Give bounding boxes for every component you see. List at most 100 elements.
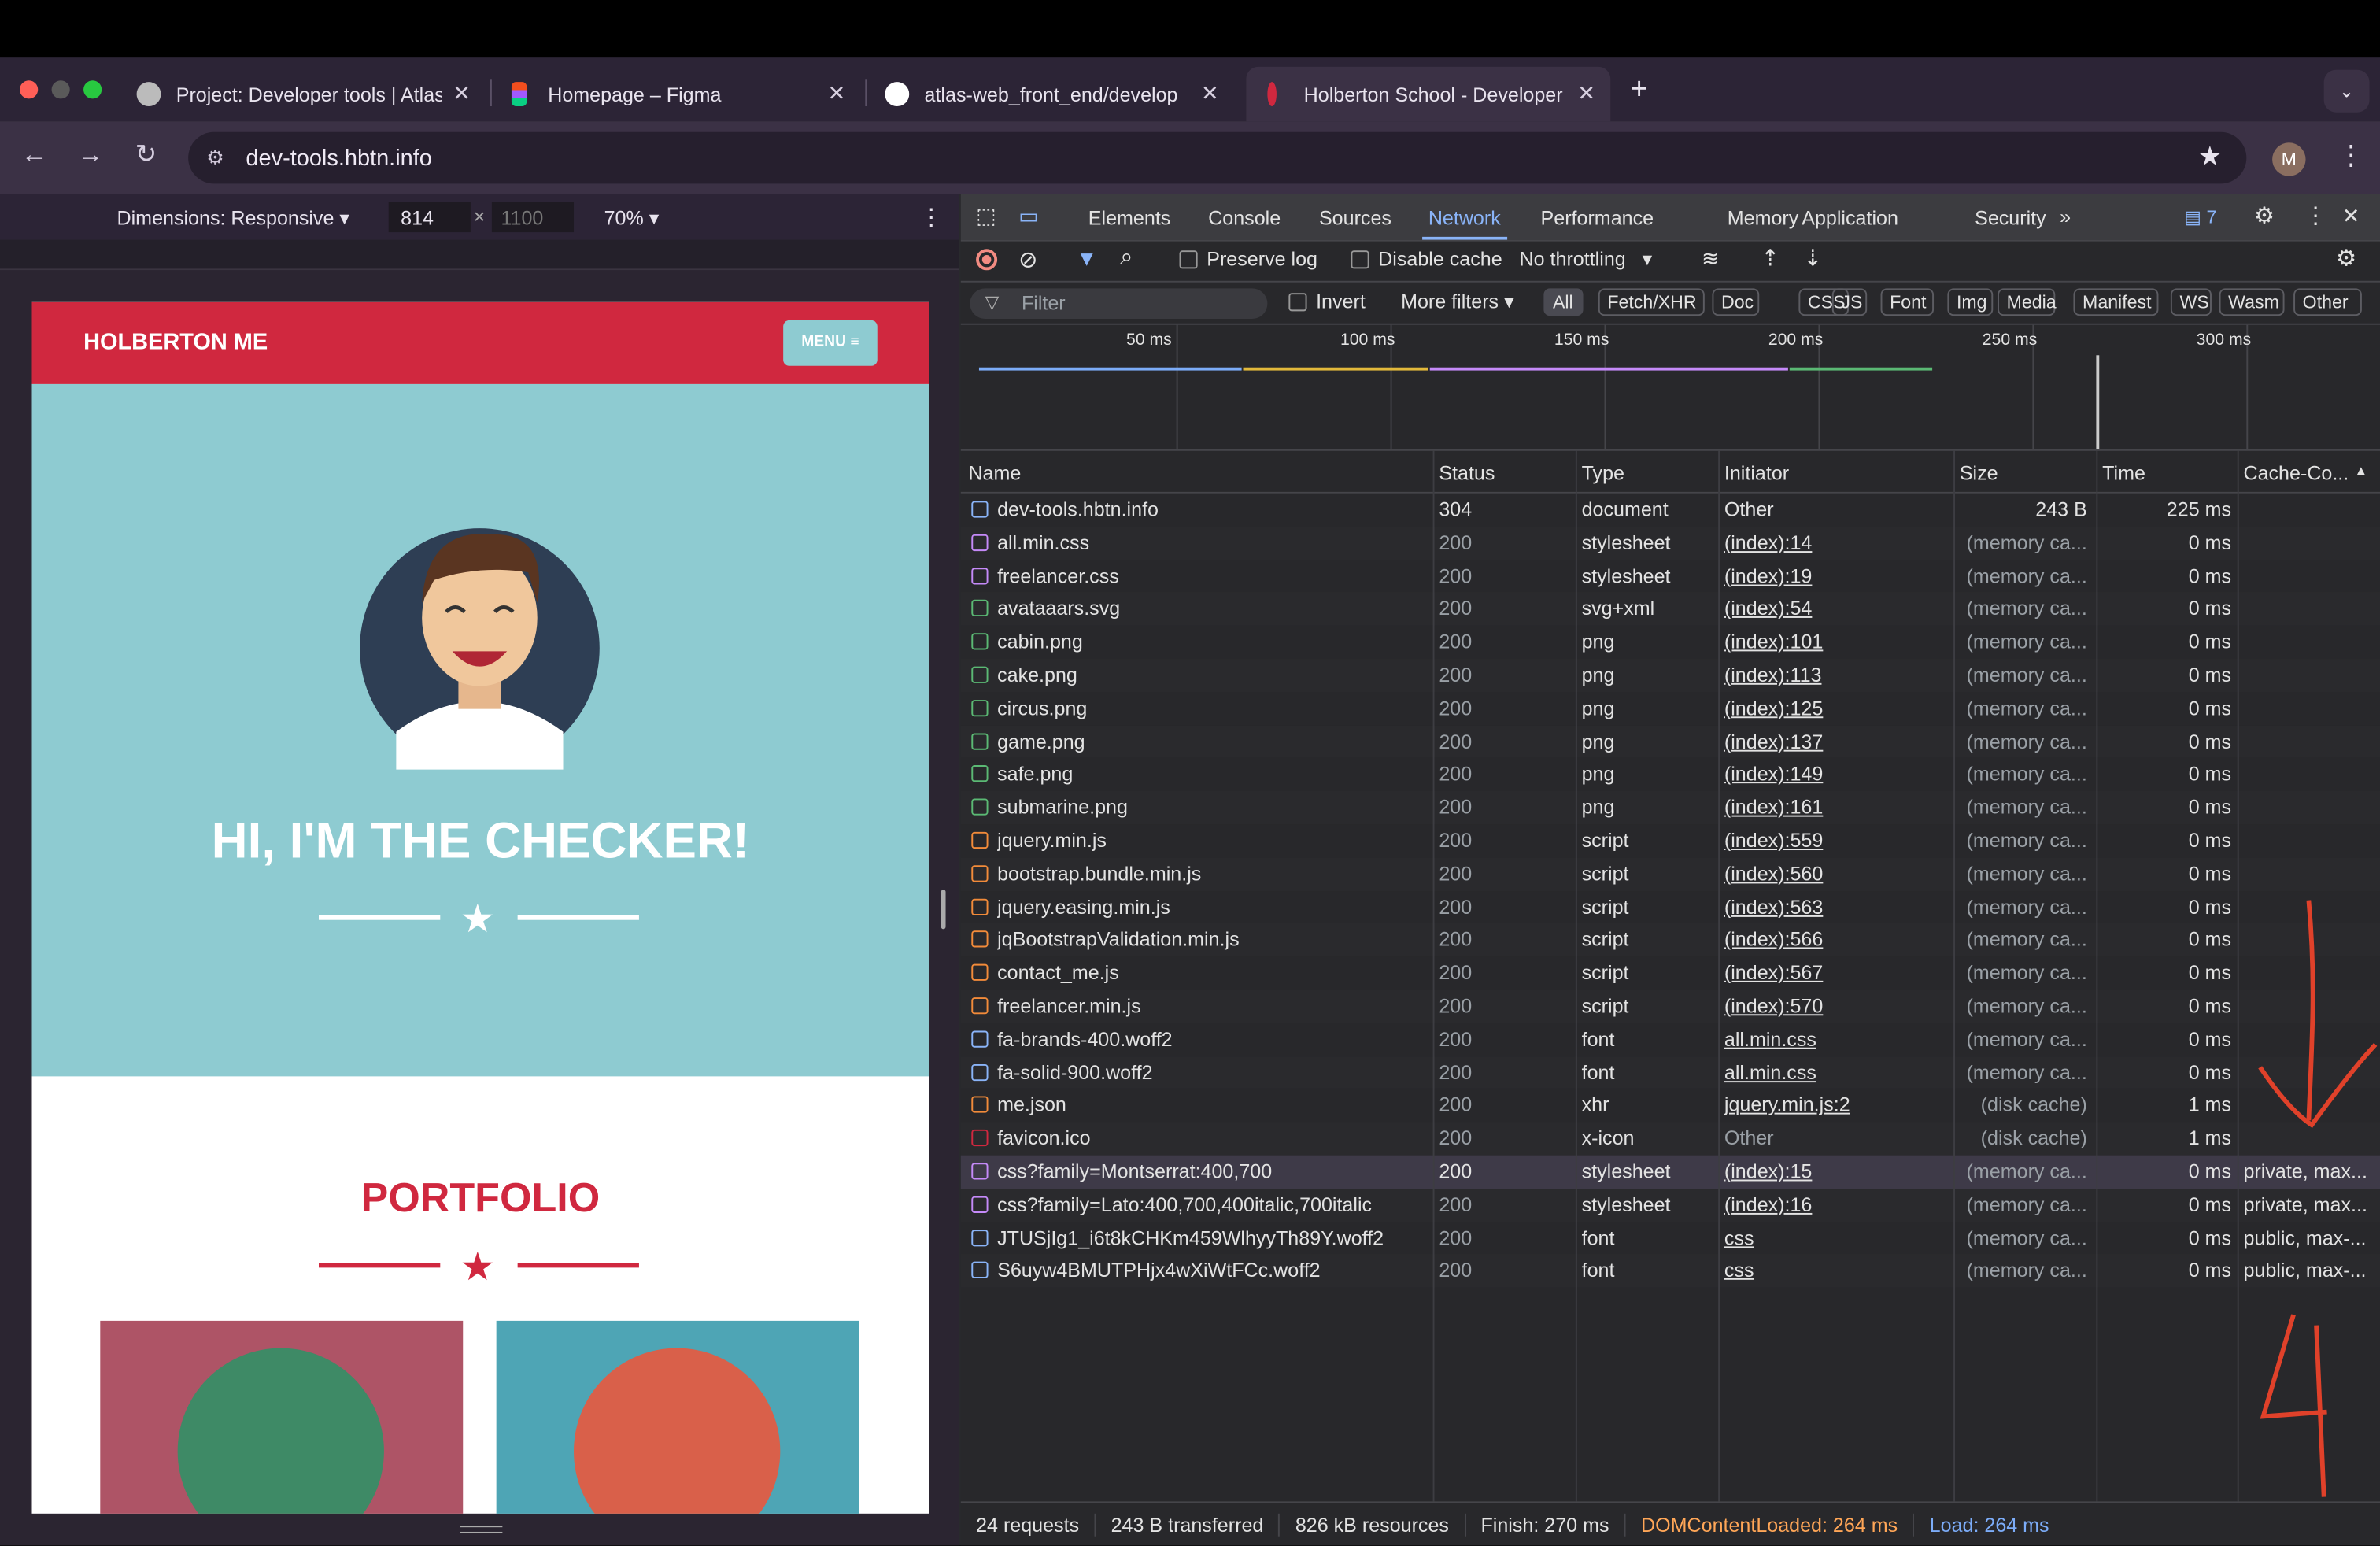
request-row[interactable]: JTUSjIg1_i6t8kCHKm459WlhyyTh89Y.woff2 200… xyxy=(960,1221,2380,1255)
type-filter-manifest[interactable]: Manifest xyxy=(2073,288,2159,316)
type-filter-wasm[interactable]: Wasm xyxy=(2219,288,2285,316)
export-har-icon[interactable]: ⇣ xyxy=(1803,245,1822,272)
tab-memory[interactable]: Memory xyxy=(1728,206,1799,229)
request-row[interactable]: safe.png 200 png (index):149 (memory ca... 0 … xyxy=(960,758,2380,792)
column-separator[interactable] xyxy=(1432,450,1435,1502)
column-separator[interactable] xyxy=(2237,450,2239,1502)
request-row[interactable]: css?family=Lato:400,700,400italic,700ita… xyxy=(960,1188,2380,1222)
request-row[interactable]: all.min.css 200 stylesheet (index):14 (memor… xyxy=(960,526,2380,560)
cell-initiator[interactable]: (index):19 xyxy=(1724,560,1952,593)
type-filter-other[interactable]: Other xyxy=(2293,288,2362,316)
request-row[interactable]: fa-brands-400.woff2 200 font all.min.css (me… xyxy=(960,1023,2380,1056)
issues-badge[interactable]: ▤ 7 xyxy=(2184,206,2216,227)
close-icon[interactable]: ✕ xyxy=(1577,80,1595,106)
cell-initiator[interactable]: all.min.css xyxy=(1724,1023,1952,1056)
cell-initiator[interactable]: (index):567 xyxy=(1724,956,1952,989)
column-header-3[interactable]: Initiator xyxy=(1724,461,1789,484)
type-filter-fetch-xhr[interactable]: Fetch/XHR xyxy=(1598,288,1705,316)
tab-application[interactable]: Application xyxy=(1802,206,1898,229)
more-filters-dropdown[interactable]: More filters ▾ xyxy=(1401,290,1514,314)
column-header-0[interactable]: Name xyxy=(968,461,1021,484)
cell-initiator[interactable]: Other xyxy=(1724,494,1952,527)
request-row[interactable]: jquery.easing.min.js 200 script (index):563… xyxy=(960,890,2380,924)
close-window-button[interactable] xyxy=(20,80,39,99)
tab-sources[interactable]: Sources xyxy=(1319,206,1391,229)
request-row[interactable]: freelancer.css 200 stylesheet (index):19 (me… xyxy=(960,559,2380,593)
request-row[interactable]: S6uyw4BMUTPHjx4wXiWtFCc.woff2 200 font css (… xyxy=(960,1254,2380,1288)
throttling-dropdown[interactable]: No throttling ▾ xyxy=(1520,247,1653,272)
request-row[interactable]: css?family=Montserrat:400,700 200 styleshe… xyxy=(960,1155,2380,1189)
preserve-log-checkbox[interactable] xyxy=(1179,250,1198,269)
request-row[interactable]: me.json 200 xhr jquery.min.js:2 (disk cache)… xyxy=(960,1089,2380,1123)
device-options-icon[interactable]: ⋮ xyxy=(920,203,943,231)
request-row[interactable]: cabin.png 200 png (index):101 (memory ca... 0… xyxy=(960,625,2380,659)
cell-initiator[interactable]: css xyxy=(1724,1222,1952,1255)
cell-initiator[interactable]: css xyxy=(1724,1255,1952,1288)
cell-initiator[interactable]: (index):566 xyxy=(1724,923,1952,956)
request-row[interactable]: dev-tools.hbtn.info 304 document Other 243 B… xyxy=(960,493,2380,527)
column-header-2[interactable]: Type xyxy=(1582,461,1624,484)
close-icon[interactable]: ✕ xyxy=(453,80,471,106)
request-row[interactable]: circus.png 200 png (index):125 (memory ca...… xyxy=(960,692,2380,726)
forward-icon[interactable]: → xyxy=(77,139,103,170)
cell-initiator[interactable]: jquery.min.js:2 xyxy=(1724,1089,1952,1123)
settings-icon[interactable]: ⚙ xyxy=(2254,202,2275,229)
search-icon[interactable]: ⌕ xyxy=(1120,245,1133,271)
request-row[interactable]: game.png 200 png (index):137 (memory ca... 0 … xyxy=(960,725,2380,759)
column-separator[interactable] xyxy=(1718,450,1720,1502)
column-separator[interactable] xyxy=(2096,450,2098,1502)
type-filter-js[interactable]: JS xyxy=(1831,288,1868,316)
new-tab-button[interactable]: + xyxy=(1630,73,1648,108)
address-bar[interactable]: ⚙ dev-tools.hbtn.info ★ xyxy=(188,131,2247,184)
column-header-6[interactable]: Cache-Co... xyxy=(2243,461,2349,484)
cell-initiator[interactable]: (index):149 xyxy=(1724,758,1952,791)
type-filter-img[interactable]: Img xyxy=(1947,288,1994,316)
cell-initiator[interactable]: (index):101 xyxy=(1724,626,1952,659)
width-input[interactable]: 814 xyxy=(388,202,471,233)
cell-initiator[interactable]: (index):137 xyxy=(1724,725,1952,758)
column-header-4[interactable]: Size xyxy=(1960,461,1998,484)
clear-icon[interactable]: ⊘ xyxy=(1018,246,1037,273)
import-har-icon[interactable]: ⇡ xyxy=(1761,245,1779,272)
tab-console[interactable]: Console xyxy=(1208,206,1281,229)
site-info-icon[interactable]: ⚙ xyxy=(206,146,224,170)
portfolio-item-cabin[interactable] xyxy=(100,1320,464,1514)
inspect-icon[interactable]: ⬚ xyxy=(976,203,996,229)
dimensions-dropdown[interactable]: Dimensions: Responsive ▾ xyxy=(117,206,349,231)
profile-avatar[interactable]: M xyxy=(2272,142,2306,176)
bottom-resize-handle[interactable] xyxy=(460,1526,503,1533)
zoom-dropdown[interactable]: 70% ▾ xyxy=(604,206,660,231)
request-row[interactable]: submarine.png 200 png (index):161 (memory ca… xyxy=(960,791,2380,825)
tab-search-button[interactable]: ⌄ xyxy=(2323,69,2370,113)
filter-input[interactable]: ▽ Filter xyxy=(970,288,1268,320)
cell-initiator[interactable]: (index):113 xyxy=(1724,659,1952,692)
site-menu-button[interactable]: MENU ≡ xyxy=(783,320,878,366)
cell-initiator[interactable]: (index):54 xyxy=(1724,593,1952,626)
cell-initiator[interactable]: (index):15 xyxy=(1724,1156,1952,1189)
back-icon[interactable]: ← xyxy=(21,139,47,170)
tab-github[interactable]: atlas-web_front_end/develop ✕ xyxy=(870,67,1234,121)
type-filter-font[interactable]: Font xyxy=(1880,288,1935,316)
type-filter-all[interactable]: All xyxy=(1543,288,1584,316)
cell-initiator[interactable]: (index):570 xyxy=(1724,989,1952,1023)
minimize-window-button[interactable] xyxy=(51,80,70,99)
column-header-5[interactable]: Time xyxy=(2102,461,2145,484)
column-header-1[interactable]: Status xyxy=(1439,461,1495,484)
tab-network[interactable]: Network xyxy=(1428,206,1501,229)
devtools-menu-icon[interactable]: ⋮ xyxy=(2304,202,2327,229)
network-conditions-icon[interactable]: ≋ xyxy=(1702,246,1720,272)
cell-initiator[interactable]: Other xyxy=(1724,1123,1952,1156)
close-devtools-icon[interactable]: ✕ xyxy=(2342,203,2360,229)
cell-initiator[interactable]: (index):125 xyxy=(1724,692,1952,725)
disable-cache-checkbox[interactable] xyxy=(1351,250,1369,269)
type-filter-ws[interactable]: WS xyxy=(2170,288,2212,316)
site-brand[interactable]: HOLBERTON ME xyxy=(83,330,268,356)
invert-checkbox[interactable] xyxy=(1288,293,1307,312)
tab-figma[interactable]: Homepage – Figma ✕ xyxy=(497,67,861,121)
tab-performance[interactable]: Performance xyxy=(1541,206,1654,229)
resize-handle[interactable] xyxy=(941,890,946,930)
tab-security[interactable]: Security xyxy=(1975,206,2046,229)
record-icon[interactable] xyxy=(976,249,998,271)
request-row[interactable]: jqBootstrapValidation.min.js 200 script (in… xyxy=(960,923,2380,957)
bookmark-star-icon[interactable]: ★ xyxy=(2197,141,2222,173)
